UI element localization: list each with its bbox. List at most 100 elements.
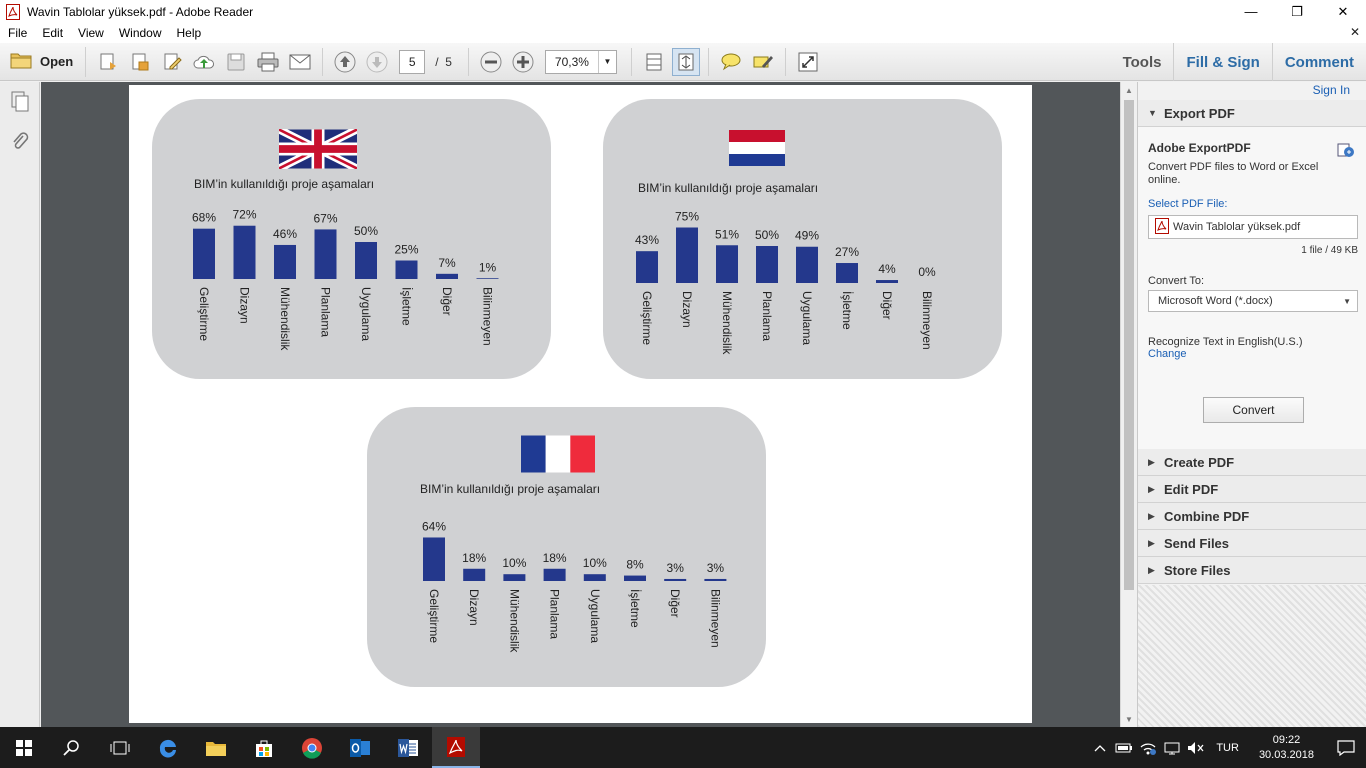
export-pdf-section-header[interactable]: ▼ Export PDF <box>1138 100 1366 127</box>
change-language-link[interactable]: Change <box>1148 348 1187 360</box>
export-pdf-panel: Adobe ExportPDF Convert PDF files to Wor… <box>1138 127 1366 453</box>
scroll-down-arrow[interactable]: ▼ <box>1121 711 1137 727</box>
save-icon[interactable] <box>222 48 250 76</box>
bar-value-label: 18% <box>543 551 567 565</box>
document-viewport[interactable]: BIM’in kullanıldığı proje aşamaları 68% G… <box>41 82 1120 727</box>
bar-7 <box>436 273 458 279</box>
tab-fill-sign[interactable]: Fill & Sign <box>1173 43 1271 81</box>
store-bag-icon[interactable] <box>240 727 288 768</box>
volume-muted-icon[interactable] <box>1184 727 1208 768</box>
combine-pdf-section-header[interactable]: ▶ Combine PDF <box>1138 503 1366 530</box>
bar-value-label: 68% <box>192 211 216 225</box>
bar-2 <box>676 227 698 283</box>
category-label: Uygulama <box>359 287 373 341</box>
sign-in-link[interactable]: Sign In <box>1313 83 1350 97</box>
bar-value-label: 49% <box>795 229 819 243</box>
tab-tools[interactable]: Tools <box>1111 43 1174 81</box>
chrome-browser-icon[interactable] <box>288 727 336 768</box>
menu-file[interactable]: File <box>0 26 34 40</box>
bar-1 <box>636 251 658 283</box>
toolbar-separator <box>784 47 786 76</box>
create-pdf-section-header[interactable]: ▶ Create PDF <box>1138 449 1366 476</box>
task-view-icon[interactable] <box>96 727 144 768</box>
clock[interactable]: 09:22 30.03.2018 <box>1247 733 1326 763</box>
bar-value-label: 46% <box>273 227 297 241</box>
zoom-level-select[interactable]: 70,3% ▼ <box>544 49 617 74</box>
open-button[interactable]: Open <box>10 46 87 77</box>
menu-window[interactable]: Window <box>111 26 169 40</box>
battery-icon[interactable] <box>1112 727 1136 768</box>
selected-file-field[interactable]: Wavin Tablolar yüksek.pdf <box>1148 215 1358 239</box>
next-page-icon[interactable] <box>363 48 391 76</box>
file-explorer-icon[interactable] <box>192 727 240 768</box>
bar-4 <box>543 568 566 581</box>
close-window-button[interactable]: ✕ <box>1320 0 1366 23</box>
tab-comment[interactable]: Comment <box>1271 43 1366 81</box>
restore-button[interactable]: ❐ <box>1274 0 1320 23</box>
export-service-icon[interactable] <box>1337 141 1355 162</box>
action-center-notification-icon[interactable] <box>1326 727 1366 768</box>
file-name: Wavin Tablolar yüksek.pdf <box>1173 221 1301 233</box>
convert-format-select[interactable]: Microsoft Word (*.docx) ▼ <box>1148 290 1358 312</box>
toolbar-separator <box>707 47 709 76</box>
email-icon[interactable] <box>286 48 314 76</box>
bar-4 <box>756 246 778 283</box>
comment-bubble-icon[interactable] <box>717 48 745 76</box>
wifi-icon[interactable] <box>1160 727 1184 768</box>
show-hidden-icons-chevron-icon[interactable] <box>1088 727 1112 768</box>
adobe-reader-taskbar-icon[interactable] <box>432 727 480 768</box>
bar-value-label: 50% <box>755 228 779 242</box>
window-title: Wavin Tablolar yüksek.pdf - Adobe Reader <box>27 4 254 19</box>
toolbar-separator <box>322 47 324 76</box>
bar-5 <box>355 242 377 279</box>
category-label: Bilinmeyen <box>481 287 495 346</box>
network-status-icon[interactable] <box>1136 727 1160 768</box>
bar-2 <box>233 225 256 279</box>
full-screen-icon[interactable] <box>794 48 822 76</box>
edit-pdf-icon[interactable] <box>158 48 186 76</box>
select-file-label: Select PDF File: <box>1148 198 1228 210</box>
export-pdf-icon[interactable] <box>126 48 154 76</box>
menu-view[interactable]: View <box>70 26 111 40</box>
zoom-in-icon[interactable] <box>509 48 537 76</box>
send-files-section-header[interactable]: ▶ Send Files <box>1138 530 1366 557</box>
adobe-reader-app-icon <box>5 3 21 20</box>
highlight-pen-icon[interactable] <box>749 48 777 76</box>
upload-cloud-icon[interactable] <box>190 48 218 76</box>
triangle-right-icon: ▶ <box>1148 564 1155 575</box>
attachment-paperclip-icon[interactable] <box>0 122 40 162</box>
vertical-scrollbar[interactable]: ▲ ▼ <box>1120 82 1136 727</box>
category-label: Mühendislik <box>720 291 734 355</box>
triangle-right-icon: ▶ <box>1148 456 1155 467</box>
close-document-button[interactable]: ✕ <box>1350 25 1360 39</box>
previous-page-icon[interactable] <box>331 48 359 76</box>
category-label: Diğer <box>668 589 682 618</box>
pages-thumbnail-icon[interactable] <box>0 82 40 122</box>
menu-help[interactable]: Help <box>169 26 209 40</box>
bar-value-label: 3% <box>707 561 725 575</box>
minimize-button[interactable]: — <box>1228 0 1274 23</box>
word-icon[interactable] <box>384 727 432 768</box>
create-pdf-icon[interactable] <box>94 48 122 76</box>
convert-button[interactable]: Convert <box>1203 397 1304 423</box>
outlook-icon[interactable] <box>336 727 384 768</box>
scroll-up-arrow[interactable]: ▲ <box>1121 82 1137 98</box>
print-icon[interactable] <box>254 48 282 76</box>
edit-pdf-section-header[interactable]: ▶ Edit PDF <box>1138 476 1366 503</box>
menu-edit[interactable]: Edit <box>34 26 70 40</box>
windows-start-icon[interactable] <box>0 727 48 768</box>
page-number-input[interactable]: 5 <box>399 49 426 74</box>
triangle-down-icon: ▼ <box>1148 108 1157 118</box>
input-language-indicator[interactable]: TUR <box>1208 742 1247 754</box>
fit-width-icon[interactable] <box>671 47 700 76</box>
bar-8 <box>476 278 499 279</box>
bar-value-label: 10% <box>502 556 526 570</box>
chart-panel-france: BIM’in kullanıldığı proje aşamaları 64% G… <box>367 407 766 687</box>
category-label: Bilinmeyen <box>920 291 934 350</box>
search-icon[interactable] <box>48 727 96 768</box>
fit-page-icon[interactable] <box>640 48 668 76</box>
scrollbar-thumb[interactable] <box>1124 100 1134 590</box>
edge-browser-icon[interactable] <box>144 727 192 768</box>
zoom-out-icon[interactable] <box>477 48 505 76</box>
store-files-section-header[interactable]: ▶ Store Files <box>1138 557 1366 584</box>
